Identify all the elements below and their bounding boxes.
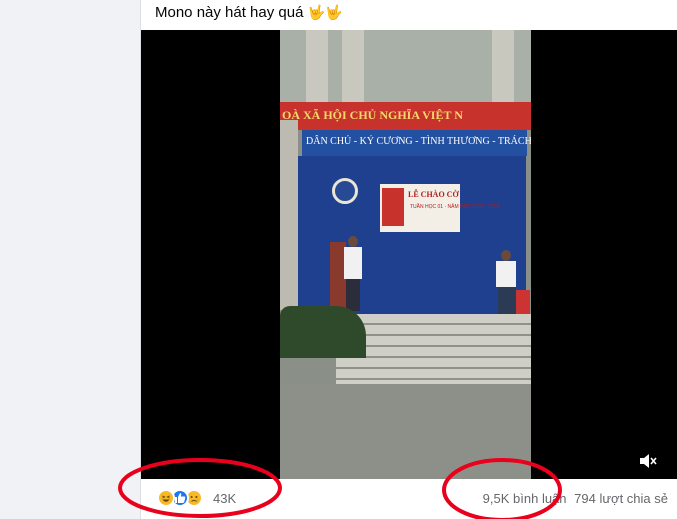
feed-post: Mono này hát hay quá 🤟🤟 OÀ XÃ HỘI CHỦ NG… — [140, 0, 677, 519]
ceremony-board: LỄ CHÀO CỜ TUẦN HỌC 01 · NĂM HỌC 2022 - … — [380, 184, 499, 232]
haha-reaction-icon — [157, 489, 175, 507]
share-count-link[interactable]: 794 lượt chia sẻ — [574, 491, 668, 506]
left-sidebar — [0, 0, 140, 519]
video-frame: OÀ XÃ HỘI CHỦ NGHĨA VIỆT N DÂN CHỦ - KỶ … — [280, 30, 531, 479]
video-player[interactable]: OÀ XÃ HỘI CHỦ NGHĨA VIỆT N DÂN CHỦ - KỶ … — [141, 30, 677, 479]
plants — [280, 306, 366, 358]
reaction-count[interactable]: 43K — [213, 491, 236, 506]
rock-hand-emoji-icon: 🤟🤟 — [307, 4, 343, 20]
post-caption: Mono này hát hay quá 🤟🤟 — [155, 4, 343, 21]
school-emblem-icon — [332, 178, 358, 204]
comment-count-link[interactable]: 9,5K bình luận — [483, 491, 567, 506]
singer-figure — [342, 236, 364, 316]
blue-banner: DÂN CHỦ - KỶ CƯƠNG - TÌNH THƯƠNG - TRÁCH… — [302, 130, 531, 156]
board-title: LỄ CHÀO CỜ — [408, 190, 459, 199]
blue-banner-text: DÂN CHỦ - KỶ CƯƠNG - TÌNH THƯƠNG - TRÁCH… — [306, 136, 531, 147]
red-banner-text: OÀ XÃ HỘI CHỦ NGHĨA VIỆT N — [282, 108, 463, 122]
post-caption-text: Mono này hát hay quá — [155, 4, 304, 21]
seated-figure — [494, 250, 518, 320]
schoolyard — [280, 384, 531, 479]
volume-muted-icon[interactable] — [639, 453, 657, 469]
post-footer: 43K 9,5K bình luận 794 lượt chia sẻ — [141, 479, 677, 519]
engagement-stats: 9,5K bình luận 794 lượt chia sẻ — [483, 491, 668, 506]
board-subtitle: TUẦN HỌC 01 · NĂM HỌC 2022 - 2023 — [410, 204, 500, 210]
red-banner: OÀ XÃ HỘI CHỦ NGHĨA VIỆT N — [280, 102, 531, 130]
